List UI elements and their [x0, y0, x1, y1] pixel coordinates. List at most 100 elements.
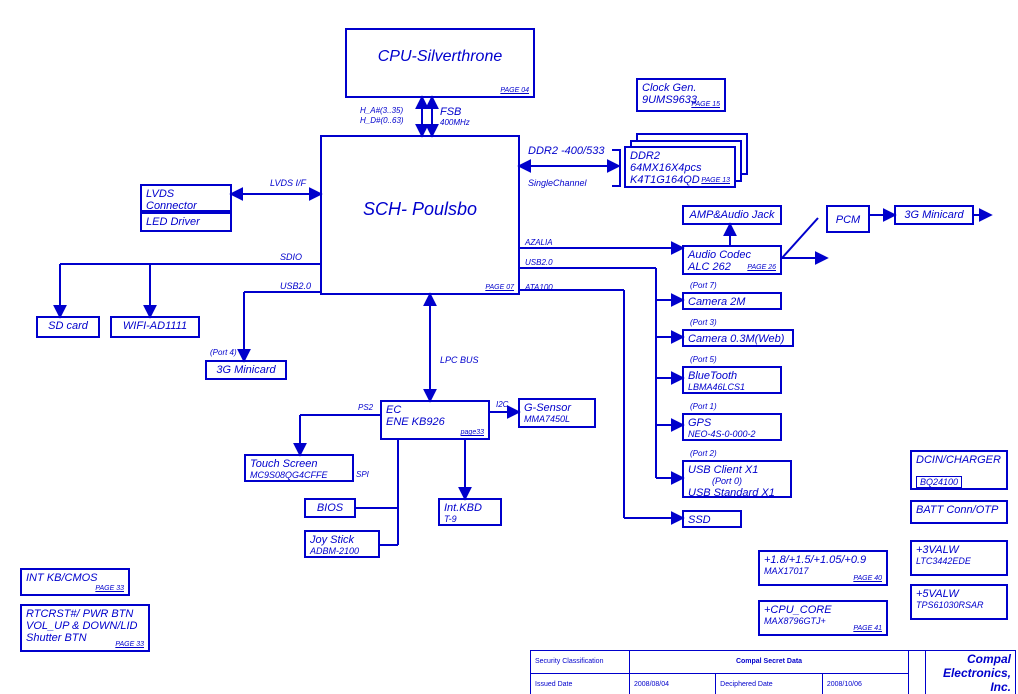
block-touchscreen: Touch Screen MC9S08QG4CFFE: [244, 454, 354, 482]
ikbd-b: T-9: [444, 514, 457, 524]
block-cam2: Camera 2M: [682, 292, 782, 310]
ddr-b: K4T1G164QD: [630, 174, 700, 186]
pwr1-a: +1.8/+1.5/+1.05/+0.9: [764, 554, 866, 566]
v5-b: TPS61030RSAR: [916, 600, 984, 610]
tb-d1: 2008/08/04: [630, 673, 716, 694]
cam2: Camera 2M: [688, 296, 745, 308]
block-3g-minicard-right: 3G Minicard: [894, 205, 974, 225]
ps2-bus: PS2: [358, 403, 373, 412]
block-clock: Clock Gen. 9UMS9633 PAGE 15: [636, 78, 726, 112]
block-usbc: USB Client X1 (Port 0) USB Standard X1: [682, 460, 792, 498]
bt-a: BlueTooth: [688, 370, 737, 382]
block-intkbd: Int.KBD T-9: [438, 498, 502, 526]
cam03-port: (Port 3): [690, 318, 717, 327]
wifi: WIFI-AD1111: [123, 320, 187, 332]
gps-a: GPS: [688, 417, 711, 429]
dcin-a: DCIN/CHARGER: [916, 454, 1001, 466]
block-3v: +3VALW LTC3442EDE: [910, 540, 1008, 576]
codec-b: ALC 262: [688, 261, 731, 273]
lvds-conn: LVDS Connector: [146, 188, 197, 212]
block-sd: SD card: [36, 316, 100, 338]
cpu-page: PAGE 04: [500, 87, 529, 94]
spi-bus: SPI: [356, 470, 369, 479]
bios: BIOS: [317, 502, 343, 514]
tb-d2: 2008/10/06: [822, 673, 908, 694]
block-cpu: CPU-Silverthrone PAGE 04: [345, 28, 535, 98]
cpu-title: CPU-Silverthrone: [351, 48, 529, 66]
note1-pg: PAGE 33: [95, 585, 124, 592]
tb-csd: Compal Secret Data: [630, 651, 909, 674]
joy-a: Joy Stick: [310, 534, 354, 546]
pwr1-pg: PAGE 40: [853, 575, 882, 582]
tb-company: Compal Electronics, Inc.: [926, 651, 1016, 694]
block-ec: EC ENE KB926 page33: [380, 400, 490, 440]
block-pwr2: +CPU_CORE MAX8796GTJ+ PAGE 41: [758, 600, 888, 636]
ddr-ch: SingleChannel: [528, 178, 587, 188]
block-pcm: PCM: [826, 205, 870, 233]
mini2: 3G Minicard: [904, 209, 963, 221]
fsb-speed: 400MHz: [440, 118, 470, 127]
block-note2: RTCRST#/ PWR BTN VOL_UP & DOWN/LID Shutt…: [20, 604, 150, 652]
cam03: Camera 0.3M(Web): [688, 333, 784, 345]
pcm: PCM: [836, 214, 860, 226]
block-note1: INT KB/CMOS PAGE 33: [20, 568, 130, 596]
clk-b: 9UMS9633: [642, 94, 697, 106]
v3-b: LTC3442EDE: [916, 556, 971, 566]
block-ddr: DDR2 64MX16X4pcs K4T1G164QD PAGE 13: [624, 146, 736, 188]
gps-port: (Port 1): [690, 402, 717, 411]
ddr-pg: PAGE 13: [701, 177, 730, 184]
v3-a: +3VALW: [916, 544, 959, 556]
azalia-bus: AZALIA: [525, 238, 553, 247]
lpc-bus: LPC BUS: [440, 355, 479, 365]
block-bios: BIOS: [304, 498, 356, 518]
clk-a: Clock Gen.: [642, 82, 696, 94]
block-5v: +5VALW TPS61030RSAR: [910, 584, 1008, 620]
block-joystick: Joy Stick ADBM-2100: [304, 530, 380, 558]
fsb-hd: H_D#(0..63): [360, 116, 404, 125]
pwr2-a: +CPU_CORE: [764, 604, 832, 616]
block-led-driver: LED Driver: [140, 212, 232, 232]
ddr-bus: DDR2 -400/533: [528, 145, 604, 157]
block-dcin: DCIN/CHARGER BQ24100: [910, 450, 1008, 490]
pwr2-pg: PAGE 41: [853, 625, 882, 632]
minicard: 3G Minicard: [216, 364, 275, 376]
joy-b: ADBM-2100: [310, 546, 359, 556]
tb-dec: Deciphered Date: [716, 673, 823, 694]
block-batt: BATT Conn/OTP: [910, 500, 1008, 524]
ts-b: MC9S08QG4CFFE: [250, 470, 328, 480]
gps-b: NEO-4S-0-000-2: [688, 429, 756, 439]
usbc-a: USB Client X1: [688, 464, 758, 476]
codec-pg: PAGE 26: [747, 264, 776, 271]
usbc-port: (Port 2): [690, 449, 717, 458]
batt: BATT Conn/OTP: [916, 504, 998, 516]
led-driver: LED Driver: [146, 216, 200, 228]
tb-sec: Security Classification: [531, 651, 630, 674]
block-sch: SCH- Poulsbo PAGE 07: [320, 135, 520, 295]
bt-port: (Port 5): [690, 355, 717, 364]
dcin-b: BQ24100: [916, 476, 962, 488]
gs-b: MMA7450L: [524, 414, 570, 424]
v5-a: +5VALW: [916, 588, 959, 600]
note2-c: Shutter BTN: [26, 632, 87, 644]
bt-b: LBMA46LCS1: [688, 382, 745, 392]
note2-b: VOL_UP & DOWN/LID: [26, 620, 137, 632]
clk-pg: PAGE 15: [691, 101, 720, 108]
usb2-bus-right: USB2.0: [525, 258, 553, 267]
block-lvds: LVDS Connector: [140, 184, 232, 212]
block-pwr1: +1.8/+1.5/+1.05/+0.9 MAX17017 PAGE 40: [758, 550, 888, 586]
usbc-b: USB Standard X1: [688, 487, 775, 499]
block-amp: AMP&Audio Jack: [682, 205, 782, 225]
ssd: SSD: [688, 514, 711, 526]
ddr-a: DDR2 64MX16X4pcs: [630, 150, 702, 174]
usbc-port2: (Port 0): [712, 476, 742, 486]
fsb-label: FSB: [440, 106, 461, 118]
ec-b: ENE KB926: [386, 416, 445, 428]
fsb-ha: H_A#(3..35): [360, 106, 403, 115]
cam2-port: (Port 7): [690, 281, 717, 290]
block-gsensor: G-Sensor MMA7450L: [518, 398, 596, 428]
minicard-port: (Port 4): [210, 348, 237, 357]
block-codec: Audio Codec ALC 262 PAGE 26: [682, 245, 782, 275]
tb-iss: Issued Date: [531, 673, 630, 694]
ata-bus: ATA100: [525, 283, 553, 292]
block-gps: GPSNEO-4S-0-000-2: [682, 413, 782, 441]
